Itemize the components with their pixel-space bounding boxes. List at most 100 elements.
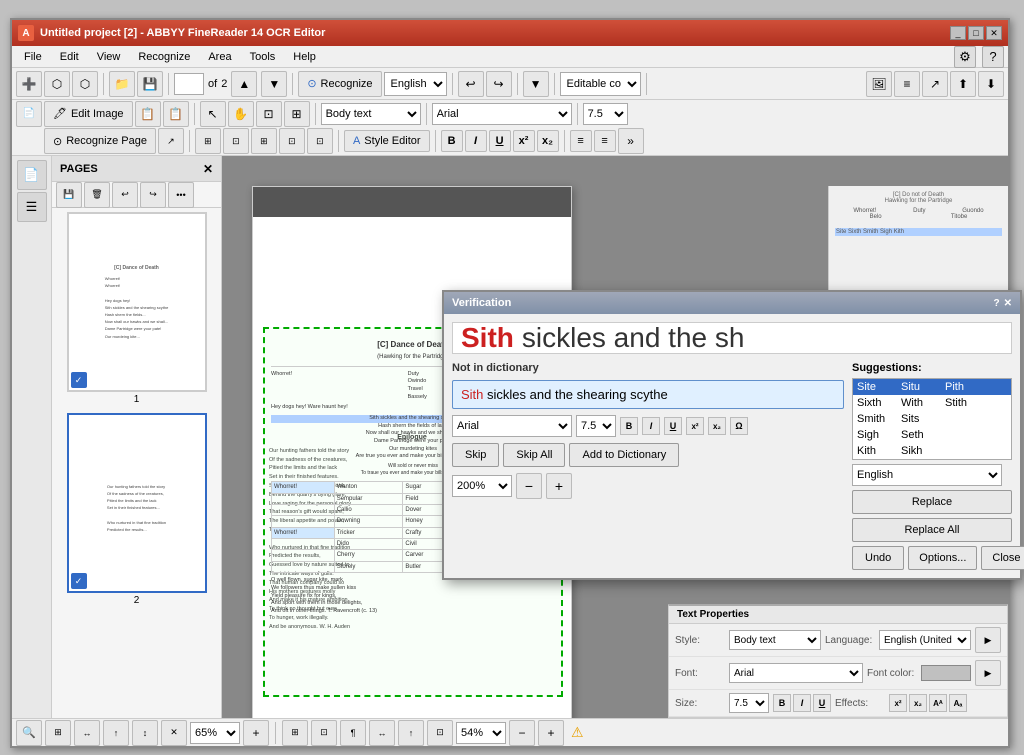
zoom-select-right[interactable]: 54%: [456, 722, 506, 744]
dialog-bold-button[interactable]: B: [620, 417, 638, 435]
paste-format-button[interactable]: 📋: [163, 101, 189, 127]
area-tool4[interactable]: ⊡: [279, 128, 305, 154]
sidebar-pages-button[interactable]: 📄: [17, 160, 47, 190]
move-up-button[interactable]: ↑: [103, 720, 129, 746]
menu-area[interactable]: Area: [200, 49, 239, 65]
menu-help[interactable]: Help: [285, 49, 324, 65]
open-layers-button[interactable]: ⬡: [44, 71, 70, 97]
suggestion-row-1[interactable]: Sixth With Stith: [853, 395, 1011, 411]
page-image-2[interactable]: Our hunting fathers told the story Of th…: [67, 413, 207, 593]
zoom-in-button[interactable]: +: [546, 473, 572, 499]
page-image-1[interactable]: [C] Dance of Death Whorret!Whorret!Hey d…: [67, 212, 207, 392]
page-thumb-1[interactable]: [C] Dance of Death Whorret!Whorret!Hey d…: [67, 212, 207, 405]
effect-aa-button[interactable]: Aᴬ: [929, 694, 947, 712]
layers-button[interactable]: ⬡: [72, 71, 98, 97]
subscript-button[interactable]: x₂: [537, 130, 559, 152]
zoom-plus-right-button[interactable]: −: [509, 720, 535, 746]
effect-small-button[interactable]: Aₐ: [949, 694, 967, 712]
select-tool[interactable]: ↖: [200, 101, 226, 127]
resize-button[interactable]: ⊡: [427, 720, 453, 746]
dialog-close-button[interactable]: ✕: [1004, 298, 1012, 309]
new-button[interactable]: ➕: [16, 71, 42, 97]
zoom-tool[interactable]: ⊡: [256, 101, 282, 127]
zoom-out-button[interactable]: −: [516, 473, 542, 499]
body-text-select[interactable]: Body text: [321, 103, 421, 125]
undo-pages-button[interactable]: ↩: [112, 182, 138, 208]
recognize-button[interactable]: ⊙ Recognize: [298, 71, 381, 97]
help-button[interactable]: ?: [982, 46, 1004, 68]
font-color-picker[interactable]: [921, 665, 971, 681]
dialog-font-select[interactable]: Arial: [452, 415, 572, 437]
redo-pages-button[interactable]: ↪: [140, 182, 166, 208]
style-editor-button[interactable]: A Style Editor: [344, 130, 430, 152]
menu-file[interactable]: File: [16, 49, 50, 65]
align-right-button[interactable]: ≡: [594, 130, 616, 152]
redo-button[interactable]: ↪: [486, 71, 512, 97]
dialog-help-button[interactable]: ?: [994, 298, 1000, 309]
area-tool2[interactable]: ⊡: [223, 128, 249, 154]
effect-sub-button[interactable]: x₂: [909, 694, 927, 712]
settings-button[interactable]: ⚙: [954, 46, 976, 68]
menu-view[interactable]: View: [89, 49, 129, 65]
paste-button[interactable]: ⬇: [978, 71, 1004, 97]
size-bold-button[interactable]: B: [773, 694, 791, 712]
recognize-page-button[interactable]: ⊙ Recognize Page: [44, 128, 156, 154]
grid-button[interactable]: ⊞: [45, 720, 71, 746]
dialog-sub-button[interactable]: x₂: [708, 417, 726, 435]
suggestions-list[interactable]: Site Situ Pith Sixth With Stith Smith Si…: [852, 378, 1012, 460]
undo-dialog-button[interactable]: Undo: [852, 546, 904, 570]
size-italic-button[interactable]: I: [793, 694, 811, 712]
language-select-props[interactable]: English (United: [879, 630, 971, 650]
menu-tools[interactable]: Tools: [242, 49, 284, 65]
image-view-button[interactable]: 🖼: [866, 71, 892, 97]
edit-image-button[interactable]: 🖊 Edit Image: [44, 101, 133, 127]
size-select-props[interactable]: 7.5: [729, 693, 769, 713]
save-button[interactable]: 💾: [137, 71, 163, 97]
hand-tool[interactable]: ✋: [228, 101, 254, 127]
page-thumb-2[interactable]: Our hunting fathers told the story Of th…: [67, 413, 207, 606]
more-color-button[interactable]: ▶: [975, 660, 1001, 686]
align-button1[interactable]: ⊞: [282, 720, 308, 746]
language-select[interactable]: English: [384, 72, 447, 96]
zoom-select-dialog[interactable]: 200%: [452, 475, 512, 497]
add-to-dict-button[interactable]: Add to Dictionary: [569, 443, 679, 467]
expand-tool[interactable]: ⊞: [284, 101, 310, 127]
suggestion-row-2[interactable]: Smith Sits: [853, 411, 1011, 427]
save-pages-button[interactable]: 💾: [56, 182, 82, 208]
effect-super-button[interactable]: x²: [889, 694, 907, 712]
prev-page-button[interactable]: ▲: [231, 71, 257, 97]
align-left-button[interactable]: ≡: [570, 130, 592, 152]
expand-vert-button[interactable]: ↕: [132, 720, 158, 746]
arrow-up-button[interactable]: ↑: [398, 720, 424, 746]
open-file-button[interactable]: 📁: [109, 71, 135, 97]
pages-toggle-button[interactable]: 📄: [16, 101, 42, 127]
skip-button[interactable]: Skip: [452, 443, 499, 467]
dialog-underline-button[interactable]: U: [664, 417, 682, 435]
copy-format-button[interactable]: 📋: [135, 101, 161, 127]
close-button[interactable]: ✕: [986, 26, 1002, 40]
more-button[interactable]: »: [618, 128, 644, 154]
dialog-italic-button[interactable]: I: [642, 417, 660, 435]
style-select-props[interactable]: Body text: [729, 630, 821, 650]
editable-select[interactable]: Editable co: [560, 72, 641, 96]
suggestion-row-4[interactable]: Kith Sikh: [853, 443, 1011, 459]
undo-button[interactable]: ↩: [458, 71, 484, 97]
cross-button[interactable]: ✕: [161, 720, 187, 746]
dialog-language-select[interactable]: English: [852, 464, 1002, 486]
font-select-props[interactable]: Arial: [729, 663, 863, 683]
dropdown-button[interactable]: ▼: [523, 71, 549, 97]
next-page-button[interactable]: ▼: [261, 71, 287, 97]
copy-button[interactable]: ⬆: [950, 71, 976, 97]
list-view-button[interactable]: ≡: [894, 71, 920, 97]
area-tool3[interactable]: ⊞: [251, 128, 277, 154]
suggestion-row-0[interactable]: Site Situ Pith: [853, 379, 1011, 395]
minimize-button[interactable]: _: [950, 26, 966, 40]
more-pages-button[interactable]: •••: [168, 182, 194, 208]
pages-close-button[interactable]: ✕: [203, 162, 213, 176]
dialog-super-button[interactable]: x²: [686, 417, 704, 435]
zoom-minus-right-button[interactable]: +: [538, 720, 564, 746]
menu-recognize[interactable]: Recognize: [130, 49, 198, 65]
page-number-input[interactable]: 2: [174, 73, 204, 95]
bold-button[interactable]: B: [441, 130, 463, 152]
sidebar-list-button[interactable]: ☰: [17, 192, 47, 222]
